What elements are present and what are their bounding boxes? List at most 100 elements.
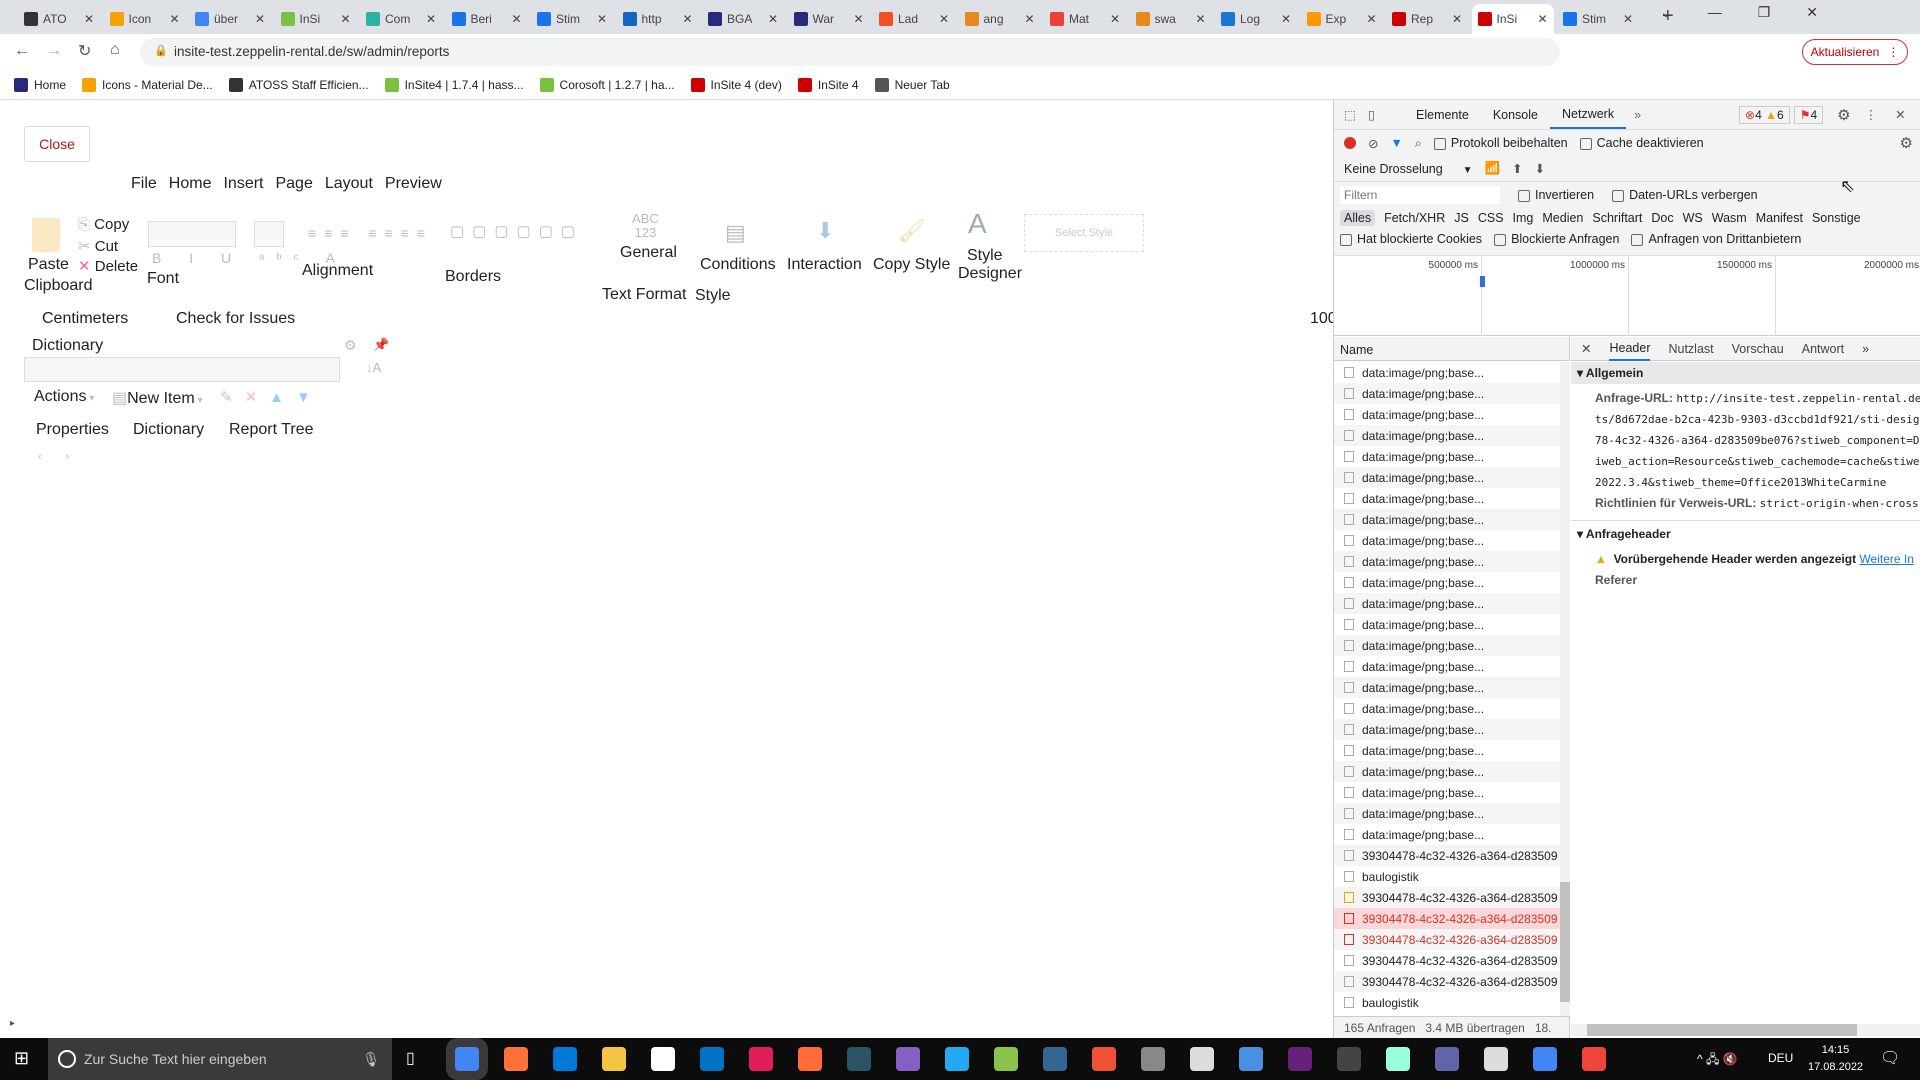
request-row[interactable]: data:image/png;base... [1334, 362, 1564, 383]
tab-properties[interactable]: Properties [36, 421, 109, 439]
back-icon[interactable]: ← [14, 42, 30, 60]
name-column-header[interactable]: Name [1334, 337, 1570, 361]
visual-studio-taskbar-icon[interactable] [1288, 1047, 1312, 1071]
app-taskbar-icon[interactable] [1484, 1047, 1508, 1071]
browser-tab[interactable]: http ✕ [617, 4, 699, 34]
chrome-taskbar-icon[interactable] [455, 1047, 479, 1071]
taskbar-search[interactable]: Zur Suche Text hier eingeben 🎙 [48, 1038, 392, 1080]
network-conditions-icon[interactable]: 📶 [1485, 161, 1501, 176]
menu-preview[interactable]: Preview [385, 175, 442, 193]
device-toolbar-icon[interactable]: ▯ [1368, 107, 1404, 122]
request-row[interactable]: data:image/png;base... [1334, 656, 1564, 677]
request-row[interactable]: data:image/png;base... [1334, 635, 1564, 656]
request-row[interactable]: data:image/png;base... [1334, 551, 1564, 572]
request-row[interactable]: data:image/png;base... [1334, 803, 1564, 824]
type-filter-wasm[interactable]: Wasm [1712, 211, 1747, 225]
units-button[interactable]: Centimeters [42, 310, 128, 328]
settings-icon[interactable]: ⚙ [1837, 106, 1850, 124]
request-row[interactable]: data:image/png;base... [1334, 698, 1564, 719]
more-options-icon[interactable]: ⋮ [1865, 107, 1878, 122]
cmd-taskbar-icon[interactable] [1337, 1047, 1361, 1071]
bookmark[interactable]: ATOSS Staff Efficien... [228, 77, 369, 92]
request-headers-section-header[interactable]: ▾ Anfrageheader [1571, 520, 1920, 547]
font-size-input[interactable] [254, 221, 284, 247]
tab-console[interactable]: Konsole [1481, 108, 1550, 122]
zoom-level[interactable]: 100 [1310, 310, 1333, 328]
console-counts[interactable]: ⊗4 ▲6 [1739, 105, 1790, 124]
type-filter-medien[interactable]: Medien [1542, 211, 1583, 225]
general-format-button[interactable]: General [620, 244, 677, 262]
inspect-icon[interactable]: ⬚ [1344, 107, 1368, 122]
more-tabs-icon[interactable]: » [1626, 108, 1649, 122]
general-section-header[interactable]: ▾ Allgemein [1571, 362, 1920, 384]
request-row[interactable]: data:image/png;base... [1334, 614, 1564, 635]
close-devtools-icon[interactable]: ✕ [1895, 107, 1905, 122]
explorer-taskbar-icon[interactable] [602, 1047, 626, 1071]
browser-tab[interactable]: Beri ✕ [446, 4, 528, 34]
forward-icon[interactable]: → [46, 42, 62, 60]
issues-count[interactable]: ⚑4 [1793, 105, 1824, 124]
request-row[interactable]: 39304478-4c32-4326-a364-d283509 [1334, 971, 1564, 992]
interaction-button[interactable]: Interaction [787, 256, 862, 274]
clear-icon[interactable]: ⊘ [1368, 136, 1378, 151]
copy-style-button[interactable]: Copy Style [873, 256, 950, 274]
new-item-dropdown[interactable]: ▤New Item ▾ [112, 388, 203, 408]
filter-icon[interactable]: ▼ [1390, 136, 1402, 150]
request-row[interactable]: data:image/png;base... [1334, 404, 1564, 425]
settings-icon[interactable]: ⚙ [344, 337, 357, 354]
request-row[interactable]: data:image/png;base... [1334, 383, 1564, 404]
browser-tab[interactable]: Rep ✕ [1386, 4, 1468, 34]
request-row[interactable]: 39304478-4c32-4326-a364-d283509 [1334, 950, 1564, 971]
postman-taskbar-icon[interactable] [798, 1047, 822, 1071]
search-icon[interactable]: ⌕ [1415, 136, 1422, 151]
request-row[interactable]: data:image/png;base... [1334, 593, 1564, 614]
language-indicator[interactable]: DEU [1768, 1051, 1793, 1065]
menu-home[interactable]: Home [169, 175, 212, 193]
close-tab-icon[interactable]: ✕ [426, 12, 436, 26]
bookmark[interactable]: Icons - Material De... [82, 77, 213, 92]
close-tab-icon[interactable]: ✕ [768, 12, 778, 26]
request-row[interactable]: 39304478-4c32-4326-a364-d283509 [1334, 887, 1564, 908]
network-settings-icon[interactable]: ⚙ [1900, 134, 1913, 152]
copy-button[interactable]: ⎘ Copy [78, 216, 129, 233]
browser-tab[interactable]: Lad ✕ [873, 4, 955, 34]
chrome-taskbar-icon[interactable] [1533, 1047, 1557, 1071]
microphone-icon[interactable]: 🎙 [362, 1051, 380, 1068]
browser-tab[interactable]: Stim ✕ [531, 4, 613, 34]
bookmark[interactable]: InSite 4 (dev) [690, 77, 782, 92]
url-bar[interactable]: 🔒 insite-test.zeppelin-rental.de/sw/admin… [140, 38, 1560, 66]
request-row[interactable]: data:image/png;base... [1334, 824, 1564, 845]
third-party-checkbox[interactable]: Anfragen von Drittanbietern [1631, 232, 1801, 246]
close-tab-icon[interactable]: ✕ [1024, 12, 1034, 26]
clock[interactable]: 14:15 17.08.2022 [1808, 1042, 1863, 1076]
filter-input[interactable] [1340, 186, 1500, 204]
close-tab-icon[interactable]: ✕ [169, 12, 179, 26]
type-filter-js[interactable]: JS [1454, 211, 1469, 225]
export-har-icon[interactable]: ⬇ [1535, 161, 1545, 176]
request-row[interactable]: 39304478-4c32-4326-a364-d283509 [1334, 908, 1564, 929]
close-tab-icon[interactable]: ✕ [1110, 12, 1120, 26]
disable-cache-checkbox[interactable]: Cache deaktivieren [1579, 136, 1704, 150]
app-taskbar-icon[interactable] [1386, 1047, 1410, 1071]
request-list-scrollbar[interactable] [1560, 362, 1570, 1016]
task-view-icon[interactable]: ▯ [406, 1048, 415, 1068]
app-taskbar-icon[interactable] [1239, 1047, 1263, 1071]
bookmark[interactable]: Neuer Tab [874, 77, 950, 92]
vscode-taskbar-icon[interactable] [945, 1047, 969, 1071]
tool-taskbar-icon[interactable] [1190, 1047, 1214, 1071]
menu-insert[interactable]: Insert [223, 175, 263, 193]
menu-page[interactable]: Page [275, 175, 312, 193]
close-tab-icon[interactable]: ✕ [1623, 12, 1633, 26]
close-tab-icon[interactable]: ✕ [1452, 12, 1462, 26]
style-designer-button[interactable]: Style [967, 247, 1003, 265]
browser-tab[interactable]: Log ✕ [1215, 4, 1297, 34]
hide-data-urls-checkbox[interactable]: Daten-URLs verbergen [1612, 188, 1758, 202]
cut-button[interactable]: ✂ Cut [78, 237, 118, 255]
close-tab-icon[interactable]: ✕ [853, 12, 863, 26]
import-har-icon[interactable]: ⬆ [1512, 161, 1522, 176]
select-style-dropdown[interactable]: Select Style [1024, 214, 1144, 252]
request-row[interactable]: data:image/png;base... [1334, 782, 1564, 803]
minimize-icon[interactable]: — [1708, 4, 1722, 21]
check-issues-button[interactable]: Check for Issues [176, 310, 295, 328]
request-row[interactable]: data:image/png;base... [1334, 530, 1564, 551]
